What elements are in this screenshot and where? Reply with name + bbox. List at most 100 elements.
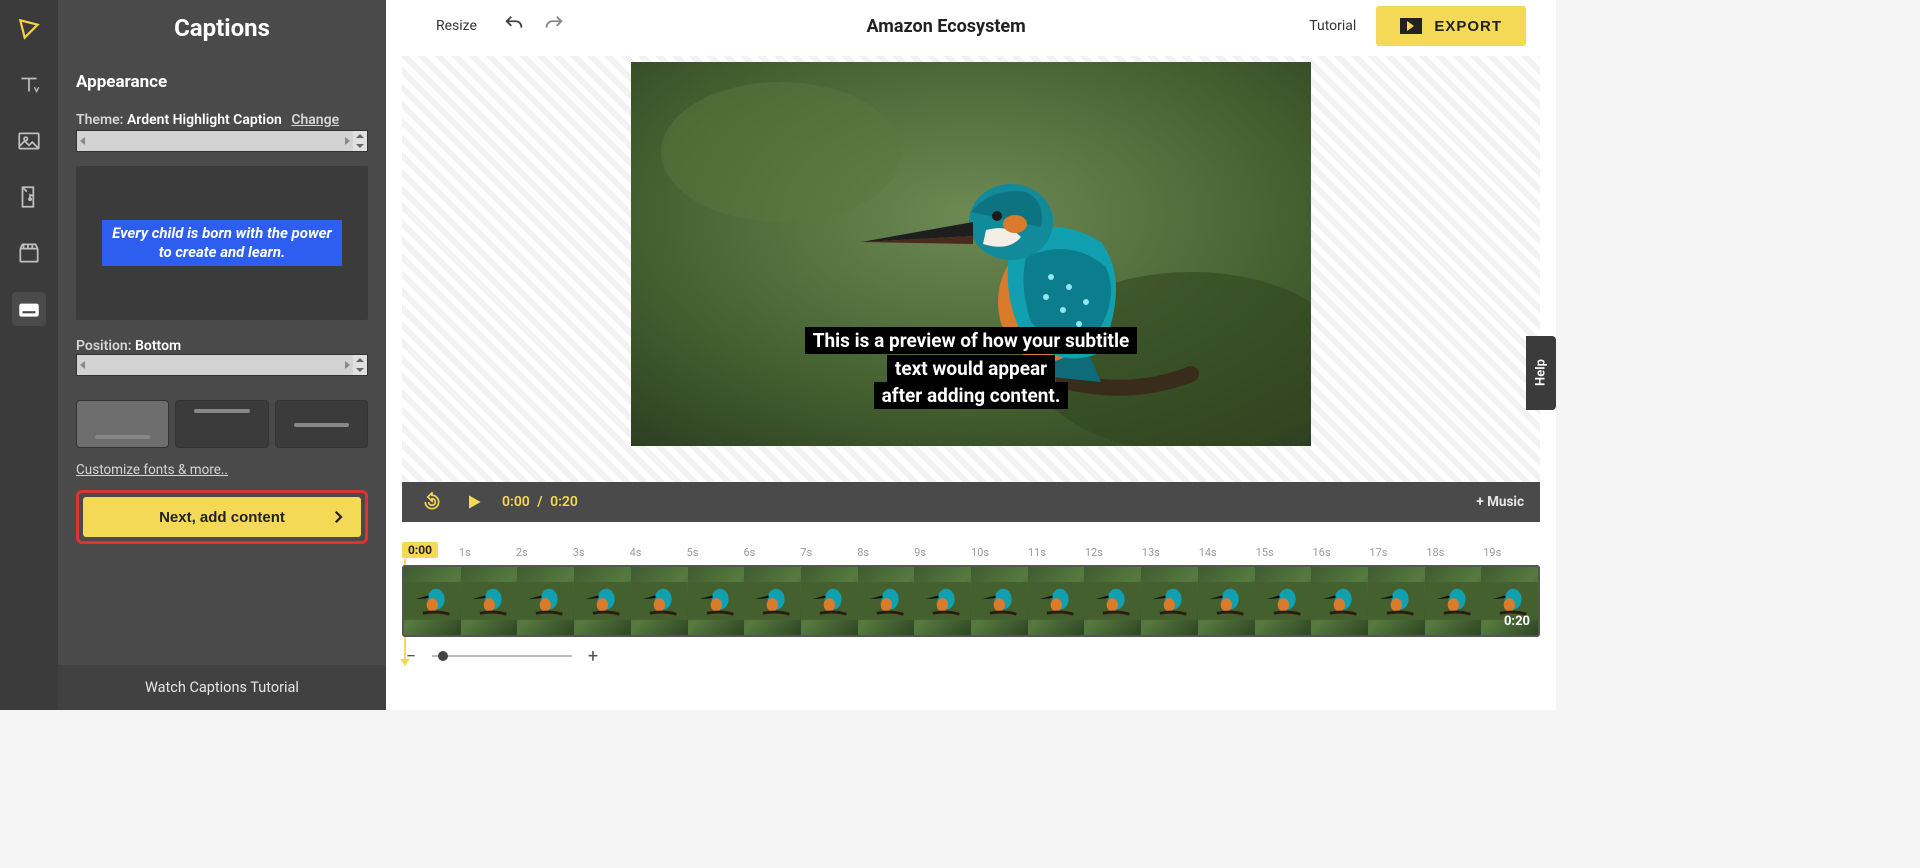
tick: 11s xyxy=(1028,546,1085,559)
caption-sample: Every child is born with the power to cr… xyxy=(102,220,342,266)
align-bottom-button[interactable] xyxy=(76,400,169,448)
undo-button[interactable] xyxy=(503,13,529,39)
video-preview[interactable]: This is a preview of how your subtitle t… xyxy=(631,62,1311,446)
tick: 13s xyxy=(1142,546,1199,559)
text-tool-icon[interactable] xyxy=(12,68,46,102)
time-sep: / xyxy=(537,494,542,510)
theme-slider[interactable] xyxy=(76,130,368,152)
resize-button[interactable]: Resize xyxy=(436,18,477,34)
subtitle-overlay: This is a preview of how your subtitle t… xyxy=(801,327,1141,410)
tick: 4s xyxy=(630,546,687,559)
clip-thumb xyxy=(1255,567,1312,635)
tick: 5s xyxy=(687,546,744,559)
position-slider[interactable] xyxy=(76,354,368,376)
position-label: Position: xyxy=(76,338,132,354)
audio-tool-icon[interactable] xyxy=(12,180,46,214)
project-title: Amazon Ecosystem xyxy=(583,16,1309,37)
tick: 15s xyxy=(1256,546,1313,559)
clip-thumb xyxy=(461,567,518,635)
customize-fonts-link[interactable]: Customize fonts & more.. xyxy=(76,462,368,478)
script-tool-icon[interactable] xyxy=(12,236,46,270)
position-value: Bottom xyxy=(135,338,181,354)
clip-thumb xyxy=(1198,567,1255,635)
tick: 18s xyxy=(1426,546,1483,559)
panel-title: Captions xyxy=(76,14,368,42)
tick: 19s xyxy=(1483,546,1540,559)
next-label: Next, add content xyxy=(159,509,285,526)
export-button[interactable]: EXPORT xyxy=(1376,6,1526,46)
tick: 8s xyxy=(857,546,914,559)
clip-thumb xyxy=(1368,567,1425,635)
time-total: 0:20 xyxy=(550,494,578,510)
clip-thumb xyxy=(858,567,915,635)
clip-thumb xyxy=(801,567,858,635)
zoom-in-button[interactable]: + xyxy=(584,647,602,665)
clip-thumb xyxy=(574,567,631,635)
align-middle-button[interactable] xyxy=(275,400,368,448)
zoom-controls: − + xyxy=(402,647,1540,665)
tick: 2s xyxy=(516,546,573,559)
alignment-group xyxy=(76,400,368,448)
canvas-area: This is a preview of how your subtitle t… xyxy=(402,56,1540,482)
sample-line1: Every child is born with the power xyxy=(112,224,332,242)
subtitle-line2: after adding content. xyxy=(874,382,1069,409)
redo-button[interactable] xyxy=(543,13,569,39)
clip-thumb xyxy=(1141,567,1198,635)
tick: 3s xyxy=(573,546,630,559)
tick: 6s xyxy=(743,546,800,559)
tick: 10s xyxy=(971,546,1028,559)
captions-tool-icon[interactable] xyxy=(12,292,46,326)
theme-name: Ardent Highlight Caption xyxy=(127,112,282,128)
sample-line2: to create and learn. xyxy=(159,243,286,261)
clip-duration: 0:20 xyxy=(1504,614,1530,629)
theme-row: Theme: Ardent Highlight Caption Change xyxy=(76,112,368,128)
appearance-heading: Appearance xyxy=(76,72,368,92)
chevron-right-icon xyxy=(329,508,347,526)
next-add-content-button[interactable]: Next, add content xyxy=(83,497,361,537)
timeline: 0:00 1s 2s 3s 4s 5s 6s 7s 8s 9s 10s 11s … xyxy=(402,542,1540,665)
tick: 7s xyxy=(800,546,857,559)
time-display: 0:00 / 0:20 xyxy=(502,494,578,510)
main-area: Resize Amazon Ecosystem Tutorial EXPORT xyxy=(386,0,1556,710)
add-music-button[interactable]: + Music xyxy=(1476,494,1524,510)
clip-thumb xyxy=(1028,567,1085,635)
tutorial-link[interactable]: Tutorial xyxy=(1309,18,1356,34)
tick: 12s xyxy=(1085,546,1142,559)
subtitle-line1: This is a preview of how your subtitle t… xyxy=(805,327,1138,382)
clip-thumb xyxy=(744,567,801,635)
clip-thumb xyxy=(631,567,688,635)
next-add-content-highlight: Next, add content xyxy=(76,490,368,544)
clip-thumb xyxy=(688,567,745,635)
watch-captions-tutorial-link[interactable]: Watch Captions Tutorial xyxy=(58,665,386,710)
clip-thumb xyxy=(914,567,971,635)
logo-icon[interactable] xyxy=(12,12,46,46)
topbar: Resize Amazon Ecosystem Tutorial EXPORT xyxy=(386,0,1556,52)
clip-thumb xyxy=(517,567,574,635)
image-tool-icon[interactable] xyxy=(12,124,46,158)
tick: 1s xyxy=(459,546,516,559)
tool-rail xyxy=(0,0,58,710)
help-tab[interactable]: Help xyxy=(1526,336,1556,410)
captions-panel: Captions Appearance Theme: Ardent Highli… xyxy=(58,0,386,710)
tick: 16s xyxy=(1313,546,1370,559)
theme-label: Theme: xyxy=(76,112,123,128)
time-current: 0:00 xyxy=(502,494,530,510)
clip-thumb xyxy=(971,567,1028,635)
tick: 14s xyxy=(1199,546,1256,559)
clip-thumb xyxy=(404,567,461,635)
align-top-button[interactable] xyxy=(175,400,268,448)
tick: 9s xyxy=(914,546,971,559)
clip-strip[interactable]: 0:20 xyxy=(402,565,1540,637)
caption-preview-box: Every child is born with the power to cr… xyxy=(76,166,368,320)
zoom-slider[interactable] xyxy=(432,655,572,657)
player-bar: 0:00 / 0:20 + Music xyxy=(402,482,1540,522)
timeline-ticks: 1s 2s 3s 4s 5s 6s 7s 8s 9s 10s 11s 12s 1… xyxy=(402,542,1540,559)
theme-change-link[interactable]: Change xyxy=(291,112,339,128)
play-icon xyxy=(1400,18,1422,34)
replay-button[interactable] xyxy=(418,488,446,516)
clip-thumb xyxy=(1311,567,1368,635)
position-row: Position: Bottom xyxy=(76,338,368,354)
play-button[interactable] xyxy=(460,488,488,516)
tick: 17s xyxy=(1369,546,1426,559)
clip-thumb xyxy=(1425,567,1482,635)
